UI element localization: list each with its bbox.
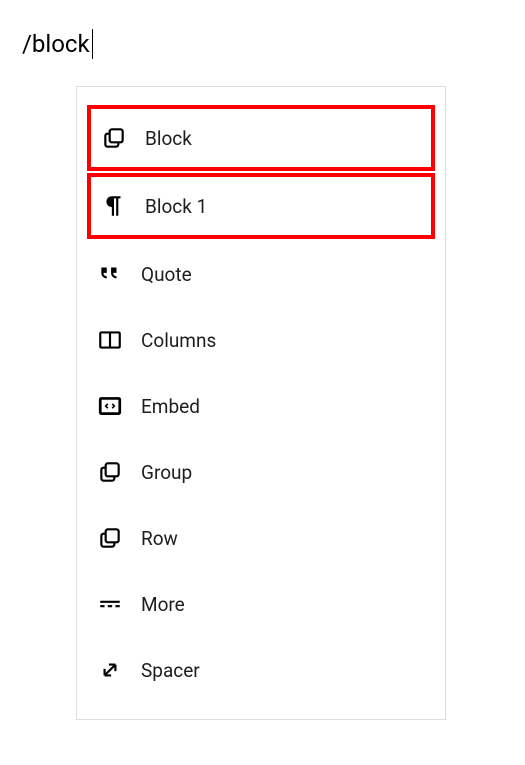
menu-item-group[interactable]: Group: [77, 439, 445, 505]
menu-item-block-1[interactable]: Block 1: [87, 173, 435, 239]
menu-item-label: Columns: [141, 329, 216, 352]
menu-item-label: Block 1: [145, 195, 207, 218]
group-icon: [101, 125, 145, 151]
block-inserter-popup: Block Block 1 Quote Columns: [76, 86, 446, 720]
menu-item-label: Spacer: [141, 659, 200, 682]
menu-item-row[interactable]: Row: [77, 505, 445, 571]
menu-item-label: Row: [141, 527, 178, 550]
search-query-text: /block: [22, 30, 90, 58]
menu-item-quote[interactable]: Quote: [77, 241, 445, 307]
columns-icon: [97, 327, 141, 353]
group-icon: [97, 525, 141, 551]
menu-item-label: More: [141, 593, 185, 616]
menu-item-spacer[interactable]: Spacer: [77, 637, 445, 703]
spacer-icon: [97, 657, 141, 683]
quote-icon: [97, 261, 141, 287]
menu-item-label: Group: [141, 461, 192, 484]
menu-item-embed[interactable]: Embed: [77, 373, 445, 439]
menu-item-columns[interactable]: Columns: [77, 307, 445, 373]
embed-icon: [97, 393, 141, 419]
menu-item-label: Quote: [141, 263, 192, 286]
paragraph-icon: [101, 193, 145, 219]
menu-item-label: Block: [145, 127, 192, 150]
search-input[interactable]: /block: [22, 30, 93, 61]
more-icon: [97, 591, 141, 617]
menu-item-more[interactable]: More: [77, 571, 445, 637]
menu-item-label: Embed: [141, 395, 200, 418]
group-icon: [97, 459, 141, 485]
menu-item-block[interactable]: Block: [87, 105, 435, 171]
text-cursor: [92, 29, 93, 59]
